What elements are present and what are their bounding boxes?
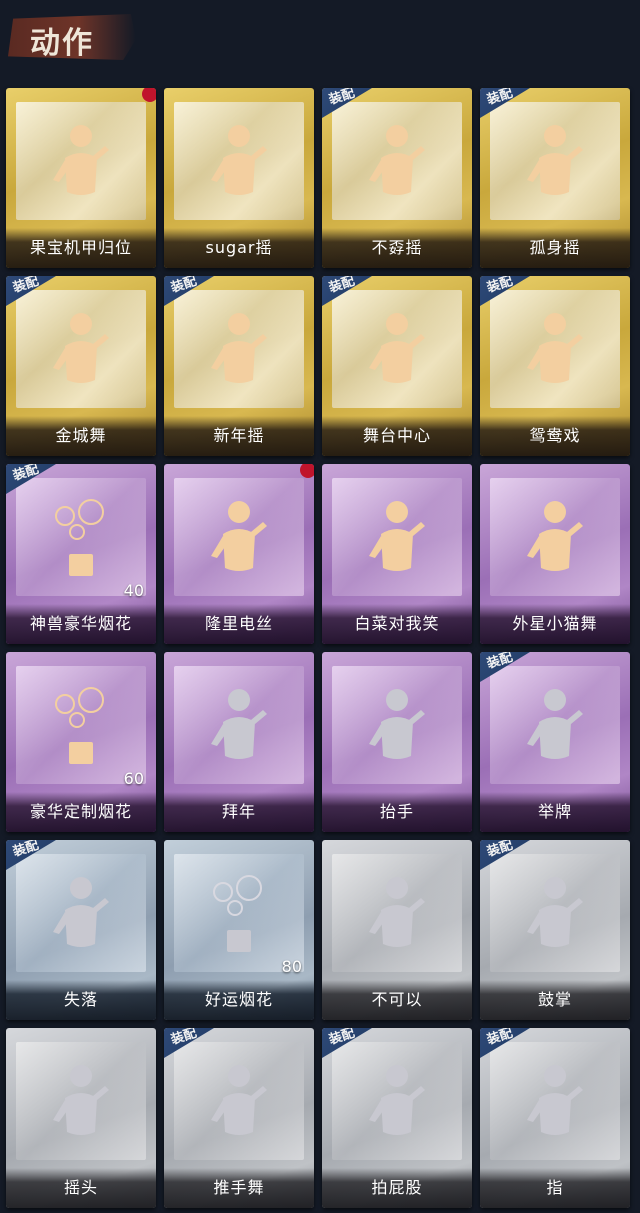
emote-card[interactable]: 拜年 xyxy=(164,652,314,832)
emote-card[interactable]: 80 好运烟花 xyxy=(164,840,314,1020)
dance-figure-icon xyxy=(527,501,583,571)
emote-name: 金城舞 xyxy=(55,426,107,445)
emote-name: 不孬摇 xyxy=(371,238,423,257)
emote-name: 鸳鸯戏 xyxy=(529,426,581,445)
firework-tube-icon xyxy=(213,875,262,952)
emote-card[interactable]: 指装配 xyxy=(480,1028,630,1208)
emote-name: 抬手 xyxy=(379,802,414,821)
emote-name: 隆里电丝 xyxy=(204,614,273,633)
emote-card[interactable]: 舞台中心 装配 xyxy=(322,276,472,456)
emote-name: 拜年 xyxy=(221,802,256,821)
emote-card[interactable]: 隆里电丝 xyxy=(164,464,314,644)
emote-card[interactable]: 新年摇 装配 xyxy=(164,276,314,456)
emote-name: sugar摇 xyxy=(205,238,273,257)
emote-card[interactable]: 举牌 装配 xyxy=(480,652,630,832)
emote-card[interactable]: 推手舞 装配 xyxy=(164,1028,314,1208)
emote-name: 拍屁股 xyxy=(371,1178,423,1197)
emote-card[interactable]: 孤身摇 装配 xyxy=(480,88,630,268)
dance-figure-icon xyxy=(53,125,109,195)
emote-name: 孤身摇 xyxy=(529,238,581,257)
page-title: 动作 xyxy=(30,26,94,61)
emote-card[interactable]: 40 神兽豪华烟花 装配 xyxy=(6,464,156,644)
emote-card[interactable]: 不孬摇 装配 xyxy=(322,88,472,268)
emote-card[interactable]: 金城舞 装配 xyxy=(6,276,156,456)
clapping-hands-icon xyxy=(527,877,583,947)
emote-card[interactable]: 果宝机甲归位 xyxy=(6,88,156,268)
emote-name: 神兽豪华烟花 xyxy=(29,614,132,633)
dance-figure-icon xyxy=(369,125,425,195)
dance-figure-icon xyxy=(211,125,267,195)
raise-hand-figure-icon xyxy=(369,689,425,759)
dance-figure-icon xyxy=(211,501,267,571)
emote-card[interactable]: 拍屁股 装配 xyxy=(322,1028,472,1208)
emote-card[interactable]: 失落 装配 xyxy=(6,840,156,1020)
emote-name: 不可以 xyxy=(371,990,423,1009)
dance-figure-icon xyxy=(527,125,583,195)
pointing-hand-icon xyxy=(527,1065,583,1135)
emote-name: 失落 xyxy=(63,990,98,1009)
emote-name: 鼓掌 xyxy=(537,990,572,1009)
emote-name: 举牌 xyxy=(537,802,572,821)
push-hand-figure-icon xyxy=(211,1065,267,1135)
emote-name: 指 xyxy=(546,1178,564,1197)
emote-name: 白菜对我笑 xyxy=(354,614,440,633)
new-notification-dot xyxy=(142,88,156,102)
emote-grid: 果宝机甲归位 sugar摇 不孬摇 装配 孤身摇 装配 金城舞 装配 新年摇 装配 舞台中心 装配 鸳鸯… xyxy=(6,88,632,1208)
hold-sign-figure-icon xyxy=(527,689,583,759)
emote-card[interactable]: 60 豪华定制烟花 xyxy=(6,652,156,832)
emote-name: 摇头 xyxy=(63,1178,98,1197)
emote-name: 舞台中心 xyxy=(362,426,431,445)
dance-figure-icon xyxy=(369,501,425,571)
emote-card[interactable]: 摇头 xyxy=(6,1028,156,1208)
dance-figure-icon xyxy=(53,313,109,383)
head-shake-figure-icon xyxy=(53,1065,109,1135)
emote-card[interactable]: sugar摇 xyxy=(164,88,314,268)
emote-name: 果宝机甲归位 xyxy=(29,238,132,257)
emote-name: 豪华定制烟花 xyxy=(29,802,132,821)
dance-figure-icon xyxy=(211,313,267,383)
firework-box-icon xyxy=(55,687,104,764)
emote-name: 推手舞 xyxy=(213,1178,265,1197)
emote-card[interactable]: 白菜对我笑 xyxy=(322,464,472,644)
emote-card[interactable]: 不可以 xyxy=(322,840,472,1020)
emote-card[interactable]: 外星小猫舞 xyxy=(480,464,630,644)
item-count: 60 xyxy=(123,769,144,788)
item-count: 80 xyxy=(281,957,302,976)
emote-name: 外星小猫舞 xyxy=(512,614,598,633)
butt-slap-figure-icon xyxy=(369,1065,425,1135)
finger-wag-icon xyxy=(369,877,425,947)
dance-figure-icon xyxy=(527,313,583,383)
new-notification-dot xyxy=(300,464,314,478)
firework-box-icon xyxy=(55,499,104,576)
emote-name: 好运烟花 xyxy=(204,990,273,1009)
greeting-figure-icon xyxy=(211,689,267,759)
dance-figure-icon xyxy=(369,313,425,383)
emote-card[interactable]: 抬手 xyxy=(322,652,472,832)
item-count: 40 xyxy=(123,581,144,600)
header: 动作 xyxy=(0,0,640,80)
emote-card[interactable]: 鸳鸯戏 装配 xyxy=(480,276,630,456)
kneeling-figure-icon xyxy=(53,877,109,947)
emote-name: 新年摇 xyxy=(213,426,265,445)
emote-card[interactable]: 鼓掌 装配 xyxy=(480,840,630,1020)
